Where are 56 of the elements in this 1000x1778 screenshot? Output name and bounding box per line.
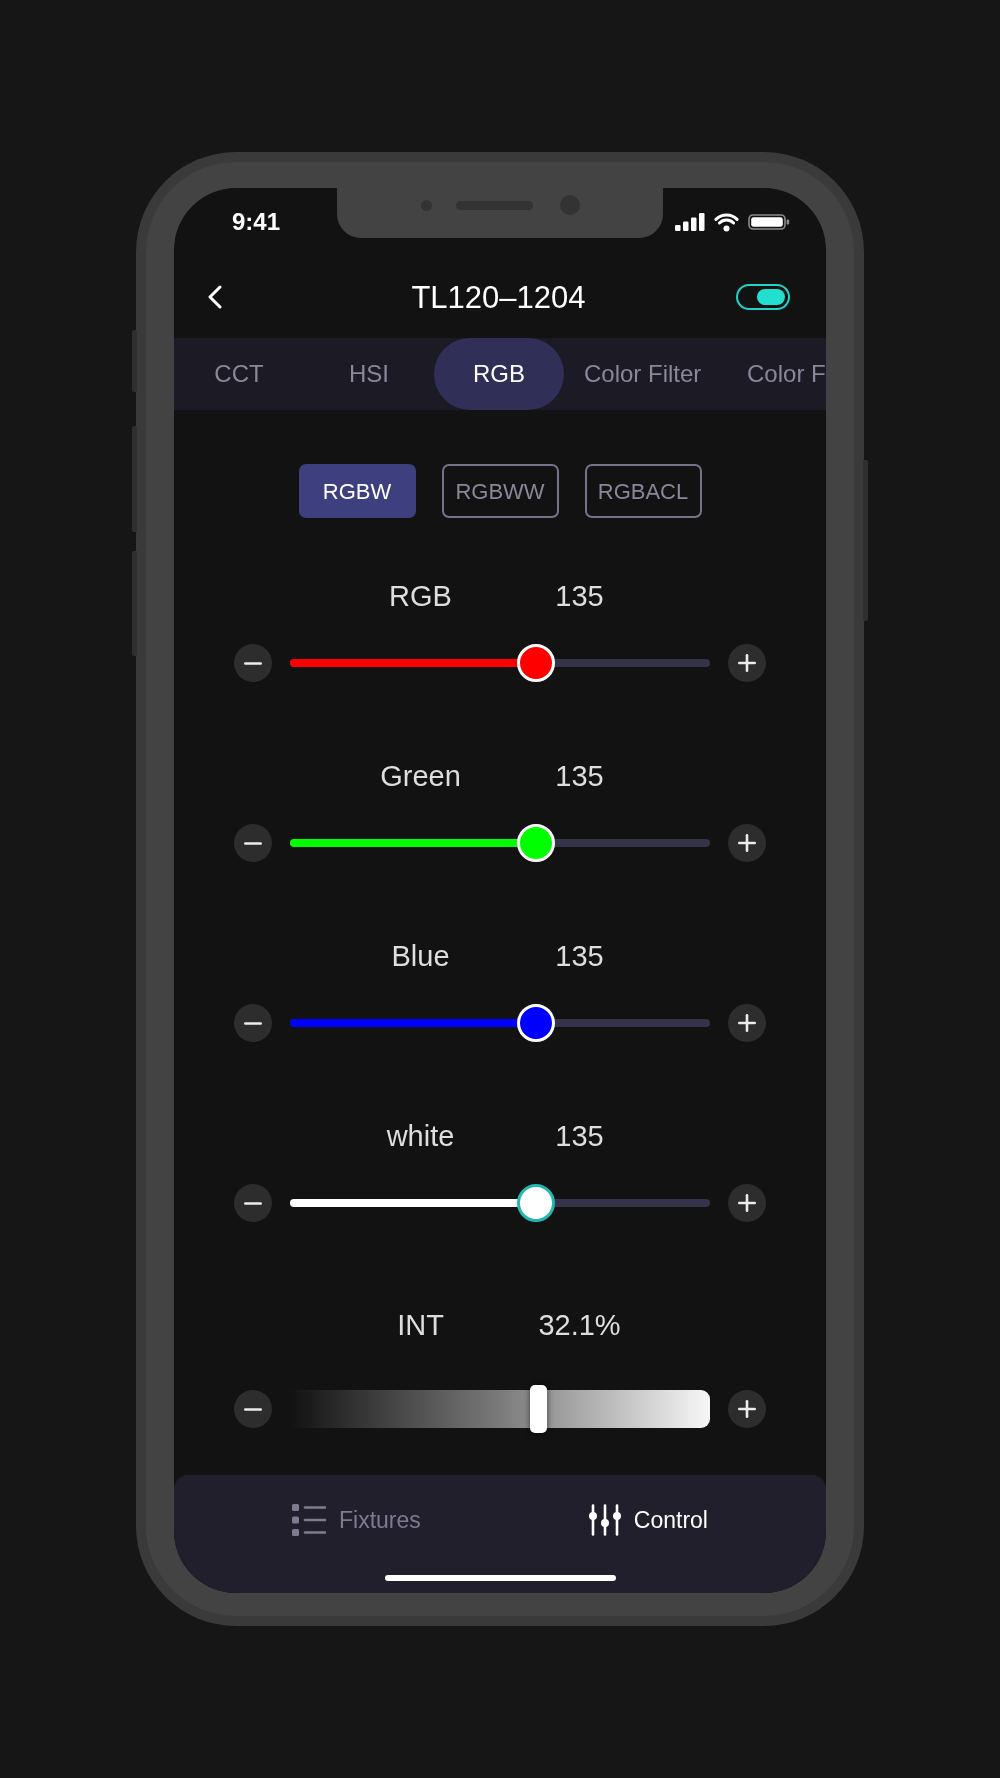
slider-label: Blue bbox=[390, 939, 451, 973]
slider-track[interactable] bbox=[290, 644, 710, 682]
slider-label: Green bbox=[379, 759, 462, 793]
increase-button[interactable] bbox=[728, 644, 766, 682]
decrease-button[interactable] bbox=[234, 1004, 272, 1042]
tab[interactable]: HSI bbox=[304, 338, 434, 410]
tab[interactable]: Color F bbox=[721, 338, 826, 410]
slider-value: 135 bbox=[554, 939, 605, 973]
sliders-icon bbox=[588, 1504, 621, 1536]
signal-icon bbox=[675, 213, 705, 231]
slider-value: 135 bbox=[554, 1119, 605, 1153]
power-toggle[interactable] bbox=[736, 284, 790, 310]
mode-button[interactable]: RGBACL bbox=[584, 464, 702, 518]
minus-icon bbox=[244, 841, 262, 845]
tab[interactable]: RGB bbox=[434, 338, 564, 410]
back-chevron-icon bbox=[207, 285, 222, 309]
plus-icon bbox=[738, 1194, 756, 1212]
plus-icon bbox=[738, 834, 756, 852]
minus-icon bbox=[244, 1407, 262, 1411]
plus-icon bbox=[738, 654, 756, 672]
tab[interactable]: CCT bbox=[174, 338, 304, 410]
slider-label: white bbox=[385, 1119, 456, 1153]
slider-track[interactable] bbox=[290, 824, 710, 862]
slider-track[interactable] bbox=[290, 1004, 710, 1042]
tab[interactable]: Color Filter bbox=[564, 338, 722, 410]
back-button[interactable] bbox=[207, 285, 222, 309]
slider-thumb[interactable] bbox=[516, 1184, 555, 1222]
slider-value: 135 bbox=[554, 579, 605, 613]
slider-label: INT bbox=[396, 1308, 445, 1342]
minus-icon bbox=[244, 1201, 262, 1205]
battery-icon bbox=[748, 214, 790, 230]
plus-icon bbox=[738, 1400, 756, 1418]
minus-icon bbox=[244, 661, 262, 665]
slider-label: RGB bbox=[388, 579, 453, 613]
minus-icon bbox=[244, 1021, 262, 1025]
increase-button[interactable] bbox=[728, 824, 766, 862]
mode-button[interactable]: RGBW bbox=[298, 464, 416, 518]
slider-value: 135 bbox=[554, 759, 605, 793]
slider-track[interactable] bbox=[290, 1184, 710, 1222]
decrease-button[interactable] bbox=[234, 644, 272, 682]
slider-handle[interactable] bbox=[529, 1385, 547, 1433]
slider-value: 32.1% bbox=[537, 1308, 622, 1342]
decrease-button[interactable] bbox=[234, 824, 272, 862]
device-title: TL120–1204 bbox=[411, 281, 586, 313]
decrease-button[interactable] bbox=[234, 1184, 272, 1222]
increase-button[interactable] bbox=[728, 1184, 766, 1222]
nav-item[interactable]: Fixtures bbox=[292, 1502, 421, 1538]
wifi-icon bbox=[713, 212, 740, 232]
mode-button[interactable]: RGBWW bbox=[441, 464, 559, 518]
increase-button[interactable] bbox=[728, 1004, 766, 1042]
status-time: 9:41 bbox=[232, 210, 281, 234]
decrease-button[interactable] bbox=[234, 1390, 272, 1428]
nav-item[interactable]: Control bbox=[588, 1502, 708, 1538]
increase-button[interactable] bbox=[728, 1390, 766, 1428]
plus-icon bbox=[738, 1014, 756, 1032]
list-icon bbox=[292, 1504, 326, 1536]
